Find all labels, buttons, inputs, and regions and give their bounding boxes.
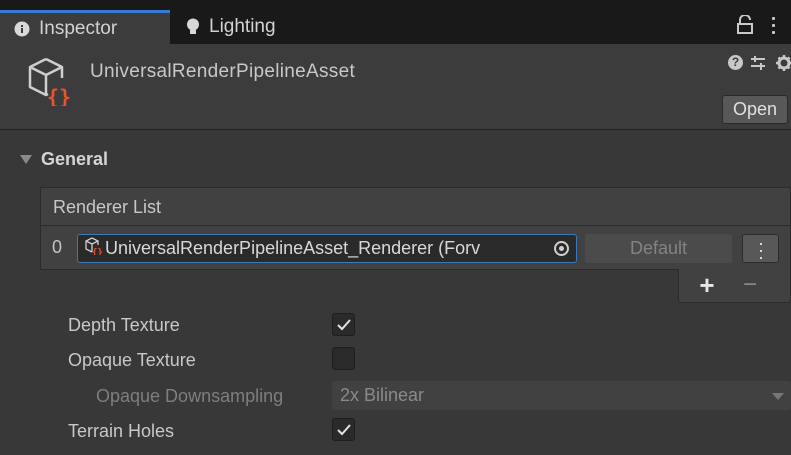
dropdown-value: 2x Bilinear [340,385,425,405]
tab-label: Lighting [209,16,276,37]
foldout-arrow-icon [20,154,32,164]
gear-icon[interactable] [775,54,791,77]
opaque-texture-label: Opaque Texture [68,350,196,370]
renderer-asset-icon: {} [84,237,103,260]
add-renderer-button[interactable]: + [694,271,720,299]
inspector-header [0,44,791,130]
lightbulb-icon [186,18,200,36]
open-button[interactable]: Open [722,95,788,124]
asset-title: UniversalRenderPipelineAsset [90,61,356,82]
depth-texture-label: Depth Texture [68,315,180,335]
section-title: General [41,148,109,169]
opaque-downsampling-label: Opaque Downsampling [96,386,284,406]
more-options-icon[interactable] [768,14,778,36]
renderer-field-value: UniversalRenderPipelineAsset_Renderer (F… [105,238,481,258]
svg-text:{}: {} [92,248,102,255]
terrain-holes-checkbox[interactable] [332,418,355,441]
general-section-header[interactable]: General [0,140,791,178]
renderer-object-field[interactable]: {} UniversalRenderPipelineAsset_Renderer… [77,234,577,263]
opaque-texture-checkbox[interactable] [332,347,355,370]
tab-label: Inspector [39,17,118,39]
set-default-button[interactable]: Default [585,234,732,263]
renderer-list-title: Renderer List [53,197,162,217]
renderer-index: 0 [52,237,63,257]
object-picker-icon[interactable] [554,241,569,256]
help-icon[interactable]: ? [728,55,743,70]
renderer-list-header: Renderer List [40,187,791,225]
remove-renderer-button[interactable]: − [737,271,763,299]
depth-texture-checkbox[interactable] [332,313,355,336]
dropdown-caret-icon [772,393,784,400]
tab-inspector[interactable]: Inspector [0,10,170,44]
row-menu-button[interactable] [742,234,779,263]
lock-icon[interactable] [737,14,753,40]
preset-icon[interactable] [750,55,766,76]
opaque-downsampling-dropdown[interactable]: 2x Bilinear [332,381,791,410]
svg-text:{}: {} [47,85,71,106]
checkmark-icon [337,319,351,331]
tab-lighting[interactable]: Lighting [186,10,356,44]
pipeline-asset-icon: {} [26,56,74,111]
checkmark-icon [337,424,351,436]
info-icon [14,21,30,37]
terrain-holes-label: Terrain Holes [68,421,175,441]
